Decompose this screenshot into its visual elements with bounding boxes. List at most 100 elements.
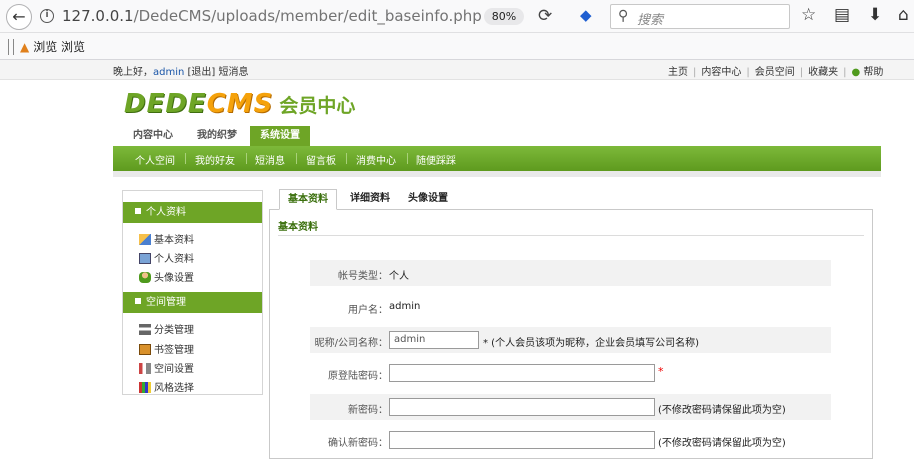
home-icon[interactable]: ⌂ xyxy=(898,5,909,25)
help-icon: ● xyxy=(851,67,861,78)
browser-toolbar: ← i 127.0.0.1/DedeCMS/uploads/member/edi… xyxy=(0,0,914,33)
settings-icon xyxy=(139,362,151,374)
tab-content-center[interactable]: 内容中心 xyxy=(122,126,184,146)
tab-detail-info[interactable]: 详细资料 xyxy=(345,189,395,210)
sidebar-item-personal-info[interactable]: 个人资料 xyxy=(139,250,194,265)
greeting-text: 晚上好， xyxy=(113,67,153,78)
nav-consumption[interactable]: 消费中心 xyxy=(356,152,396,167)
nav-my-friends[interactable]: 我的好友 xyxy=(195,152,235,167)
tab-avatar-settings[interactable]: 头像设置 xyxy=(403,189,453,210)
reload-icon[interactable]: ⟳ xyxy=(538,6,552,26)
logo-dede: DEDE xyxy=(124,89,207,119)
new-password-label: 新密码： xyxy=(348,405,388,416)
sidebar: 个人资料 基本资料 个人资料 头像设置 空间管理 分类管理 书签管理 空间设置 … xyxy=(122,190,263,395)
greeting: 晚上好，admin [退出] 短消息 xyxy=(113,63,249,78)
bookmark-label: 浏览 浏览 xyxy=(33,40,86,54)
search-input[interactable]: ⚲ 搜索 xyxy=(610,4,790,29)
confirm-password-hint: (不修改密码请保留此项为空) xyxy=(658,438,786,449)
id-card-icon xyxy=(139,252,151,264)
bookmark-item[interactable]: ▲ 浏览 浏览 xyxy=(20,38,85,55)
sidebar-item-bookmarks[interactable]: 书签管理 xyxy=(139,341,194,356)
form-row-old-password: 原登陆密码： * xyxy=(310,360,831,386)
extension-icon[interactable]: ◆ xyxy=(580,6,592,24)
sidebar-item-space-settings[interactable]: 空间设置 xyxy=(139,360,194,375)
account-type-label: 帐号类型： xyxy=(338,271,388,282)
nav-random-browse[interactable]: 随便踩踩 xyxy=(416,152,456,167)
sidebar-item-label: 风格选择 xyxy=(154,383,194,394)
logo-member-center: 会员中心 xyxy=(279,95,356,117)
panel-divider xyxy=(278,235,864,236)
tab-my-dream[interactable]: 我的织梦 xyxy=(186,126,248,146)
top-link-favorites[interactable]: 收藏夹 xyxy=(808,67,838,78)
old-password-input[interactable] xyxy=(389,364,655,382)
sitemap-icon xyxy=(139,323,151,335)
bookmark-star-icon[interactable]: ☆ xyxy=(801,5,816,25)
book-icon xyxy=(139,343,151,355)
nickname-input[interactable]: admin xyxy=(389,331,479,349)
sidebar-item-label: 分类管理 xyxy=(154,325,194,336)
sub-nav-bar: 个人空间 我的好友 短消息 留言板 消费中心 随便踩踩 xyxy=(113,146,881,171)
site-logo[interactable]: DEDECMS 会员中心 xyxy=(124,89,355,119)
logo-cms: CMS xyxy=(206,89,274,119)
search-icon: ⚲ xyxy=(618,8,629,24)
top-link-help[interactable]: 帮助 xyxy=(863,67,883,78)
sidebar-item-label: 书签管理 xyxy=(154,345,194,356)
sidebar-group-space-title: 空间管理 xyxy=(146,297,186,308)
top-link-content[interactable]: 内容中心 xyxy=(701,67,741,78)
new-password-input[interactable] xyxy=(389,398,655,416)
reading-list-icon[interactable]: ▤ xyxy=(834,5,850,25)
top-link-space[interactable]: 会员空间 xyxy=(755,67,795,78)
sidebar-item-categories[interactable]: 分类管理 xyxy=(139,321,194,336)
bookmarks-bar: ▲ 浏览 浏览 xyxy=(0,33,914,60)
username-link[interactable]: admin xyxy=(153,67,184,78)
form-row-account-type: 帐号类型： 个人 xyxy=(310,260,831,286)
zoom-indicator[interactable]: 80% xyxy=(484,8,524,25)
divider xyxy=(113,171,881,177)
bookmarks-grip-icon xyxy=(8,39,14,55)
nav-personal-space[interactable]: 个人空间 xyxy=(135,152,175,167)
sidebar-item-label: 个人资料 xyxy=(154,254,194,265)
sidebar-item-avatar[interactable]: 头像设置 xyxy=(139,269,194,284)
username-value: admin xyxy=(389,301,421,312)
logout-link[interactable]: [退出] xyxy=(188,67,216,78)
site-top-strip: 晚上好，admin [退出] 短消息 主页 | 内容中心 | 会员空间 | 收藏夹 | ● 帮助 xyxy=(0,60,914,80)
top-links: 主页 | 内容中心 | 会员空间 | 收藏夹 | ● 帮助 xyxy=(668,67,884,78)
back-button[interactable]: ← xyxy=(6,4,32,30)
sidebar-group-profile[interactable]: 个人资料 xyxy=(123,202,262,223)
nickname-hint: * (个人会员该项为昵称，企业会员填写公司名称) xyxy=(483,338,699,349)
old-password-label: 原登陆密码： xyxy=(328,371,388,382)
site-info-icon[interactable]: i xyxy=(40,9,54,23)
sidebar-item-label: 基本资料 xyxy=(154,235,194,246)
sidebar-item-style[interactable]: 风格选择 xyxy=(139,379,194,394)
sidebar-group-space[interactable]: 空间管理 xyxy=(123,292,262,313)
panel-title: 基本资料 xyxy=(278,222,318,233)
confirm-password-label: 确认新密码： xyxy=(328,438,388,449)
nav-messages[interactable]: 短消息 xyxy=(255,152,285,167)
form-row-nickname: 昵称/公司名称： admin * (个人会员该项为昵称，企业会员填写公司名称) xyxy=(310,327,831,353)
url-path: /DedeCMS/uploads/member/edit_baseinfo.ph… xyxy=(133,7,482,25)
form-row-username: 用户名： admin xyxy=(310,294,831,320)
new-password-hint: (不修改密码请保留此项为空) xyxy=(658,405,786,416)
required-mark: * xyxy=(658,365,664,378)
tab-system-settings[interactable]: 系统设置 xyxy=(250,126,310,146)
sidebar-item-basic-info[interactable]: 基本资料 xyxy=(139,231,194,246)
download-icon[interactable]: ⬇ xyxy=(868,5,882,25)
palette-icon xyxy=(139,381,151,393)
address-bar[interactable]: 127.0.0.1/DedeCMS/uploads/member/edit_ba… xyxy=(62,7,482,25)
bookmark-favicon-icon: ▲ xyxy=(20,40,30,54)
form-row-new-password: 新密码： (不修改密码请保留此项为空) xyxy=(310,394,831,420)
search-placeholder: 搜索 xyxy=(637,13,664,28)
messages-link[interactable]: 短消息 xyxy=(219,67,249,78)
nav-guestbook[interactable]: 留言板 xyxy=(306,152,336,167)
form-row-confirm-password: 确认新密码： (不修改密码请保留此项为空) xyxy=(310,427,831,453)
sidebar-item-label: 空间设置 xyxy=(154,364,194,375)
top-link-home[interactable]: 主页 xyxy=(668,67,688,78)
confirm-password-input[interactable] xyxy=(389,431,655,449)
tab-basic-info[interactable]: 基本资料 xyxy=(279,189,337,210)
account-type-value: 个人 xyxy=(389,271,409,282)
edit-icon xyxy=(139,233,151,245)
sidebar-item-label: 头像设置 xyxy=(154,273,194,284)
nickname-label: 昵称/公司名称： xyxy=(314,338,388,349)
sidebar-group-profile-title: 个人资料 xyxy=(146,207,186,218)
user-icon xyxy=(139,271,151,283)
